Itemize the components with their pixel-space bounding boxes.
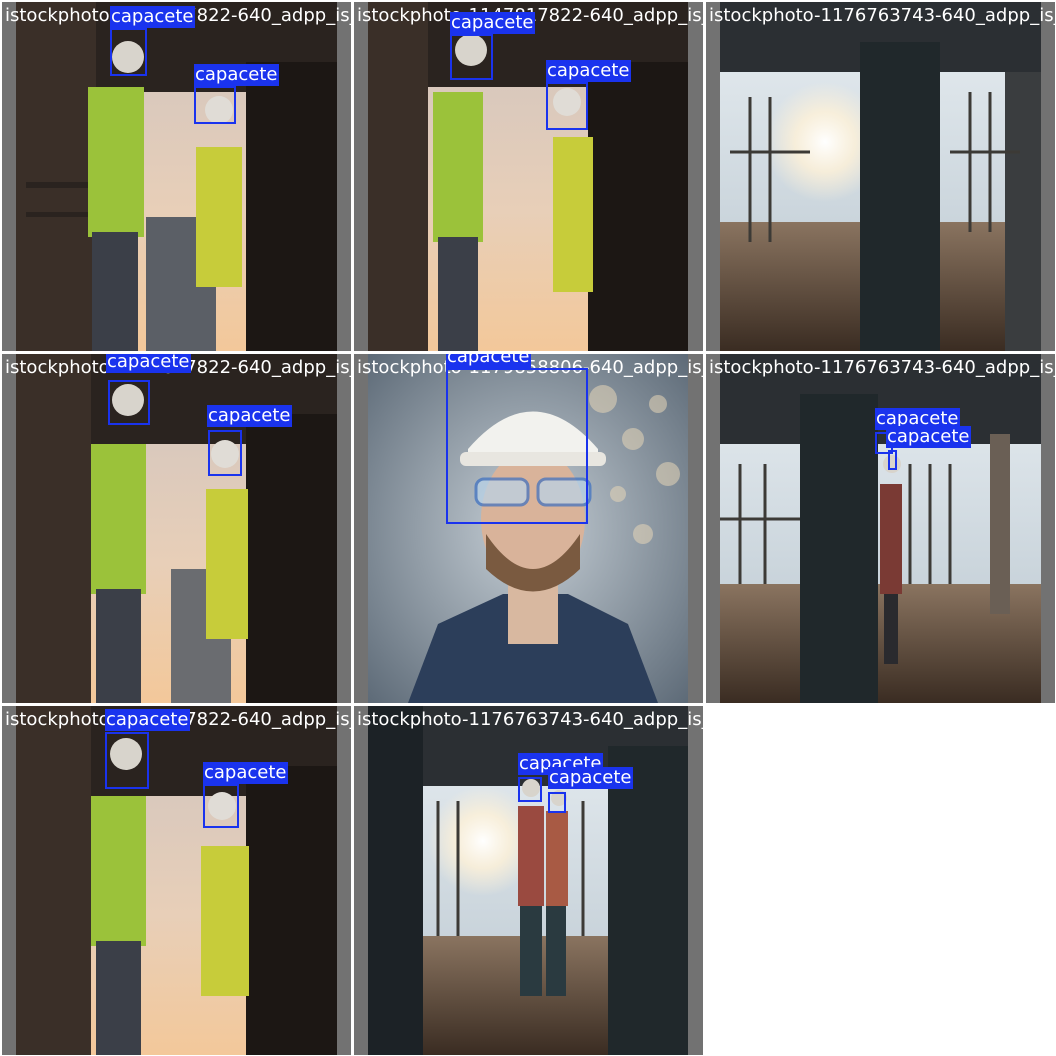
detection-box (108, 380, 150, 425)
filename-label: istockphoto-1176763743-640_adpp_is_mp4_f (709, 357, 1055, 378)
tile-7: istockphoto-1147817822-640_adpp_is_mp4_f… (2, 706, 351, 1055)
detection-box (194, 86, 236, 124)
filename-label: istockphoto-1176763743-640_adpp_is_mp4_f (357, 709, 703, 730)
detection-label: capacete (207, 405, 292, 427)
frame-image (16, 706, 337, 1055)
detection-label: capacete (203, 762, 288, 784)
detection-box (548, 792, 566, 813)
frame-image (720, 354, 1041, 703)
frame-image (720, 2, 1041, 351)
tile-3: istockphoto-1176763743-640_adpp_is_mp4_f (706, 2, 1055, 351)
detection-box (518, 777, 542, 802)
tile-6: istockphoto-1176763743-640_adpp_is_mp4_f… (706, 354, 1055, 703)
tile-2: istockphoto-1147817822-640_adpp_is_mp4_f… (354, 2, 703, 351)
filename-label: istockphoto-1176763743-640_adpp_is_mp4_f (709, 5, 1055, 26)
detection-box (450, 34, 493, 80)
detection-box (203, 784, 239, 828)
tile-5: istockphoto-1179858806-640_adpp_is_mp4_f… (354, 354, 703, 703)
detection-label: capacete (106, 354, 191, 373)
detection-box (446, 368, 588, 524)
tile-1: istockphoto-1147817822-640_adpp_is_mp4_f… (2, 2, 351, 351)
detection-label: capacete (110, 6, 195, 28)
detection-label: capacete (105, 709, 190, 731)
tile-8: istockphoto-1176763743-640_adpp_is_mp4_f… (354, 706, 703, 1055)
detection-label: capacete (446, 354, 531, 368)
detection-label: capacete (886, 426, 971, 448)
detection-label: capacete (450, 12, 535, 34)
detection-box (546, 82, 588, 130)
frame-image (368, 2, 688, 351)
detection-label: capacete (194, 64, 279, 86)
detection-label: capacete (546, 60, 631, 82)
frame-image (16, 2, 337, 351)
detection-box (888, 450, 897, 470)
tile-4: istockphoto-1147817822-640_adpp_is_mp4_f… (2, 354, 351, 703)
detection-box (208, 430, 242, 476)
detection-label: capacete (548, 767, 633, 789)
detection-box (105, 732, 149, 789)
detection-box (110, 28, 147, 76)
